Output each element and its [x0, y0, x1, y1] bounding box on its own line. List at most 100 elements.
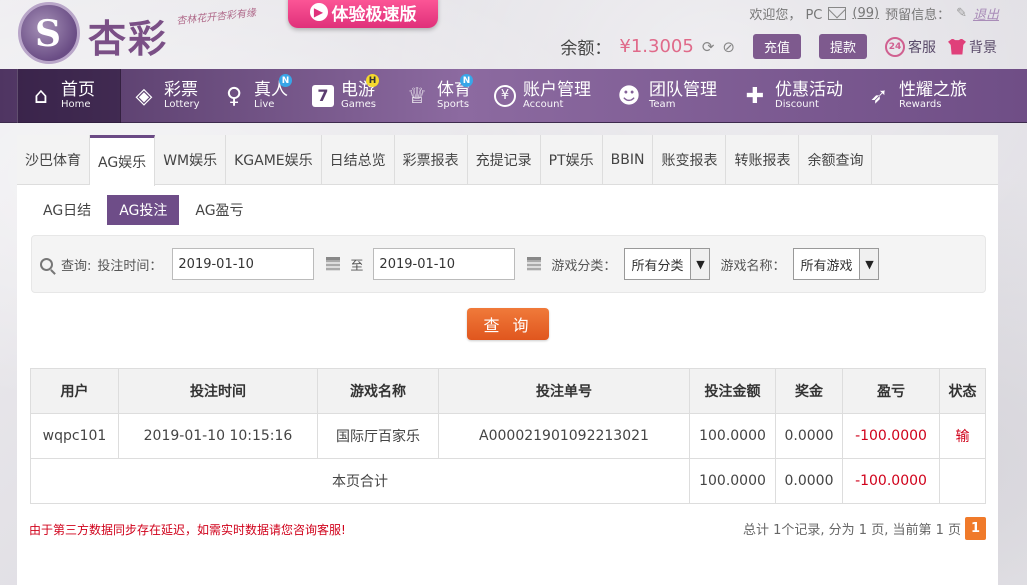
- nav-label: 优惠活动: [775, 79, 843, 100]
- nav-item-live[interactable]: ♀ 真人 Live N: [211, 69, 302, 123]
- user-bar: 欢迎您， PC (99) 预留信息： ✎ 退出: [749, 4, 999, 23]
- total-status: [939, 458, 986, 504]
- pagination-summary: 总计 1个记录, 分为 1 页, 当前第 1 页: [742, 523, 961, 538]
- subtab-ag-bets[interactable]: AG投注: [107, 195, 180, 225]
- cell-user: wqpc101: [30, 413, 119, 459]
- cell-bet-id: A000021901092213021: [438, 413, 690, 459]
- nav-sublabel: Team: [649, 98, 676, 110]
- edit-icon[interactable]: ✎: [956, 6, 967, 21]
- category-label: 游戏分类：: [551, 258, 617, 274]
- woman-icon: ♀: [225, 83, 243, 109]
- subtab-ag-daily[interactable]: AG日结: [31, 195, 103, 225]
- background-button[interactable]: 背景: [948, 37, 997, 57]
- col-bet-id: 投注单号: [438, 368, 690, 414]
- logout-link[interactable]: 退出: [973, 4, 999, 23]
- tab-daily-overview[interactable]: 日结总览: [322, 135, 395, 185]
- background-label: 背景: [969, 39, 997, 56]
- game-name-label: 游戏名称：: [720, 258, 786, 274]
- nav-item-games[interactable]: 7 电游 Games H: [302, 69, 394, 123]
- home-icon: ⌂: [34, 83, 48, 109]
- filter-bar: 查询: 投注时间： 至 游戏分类： 所有分类 ▼ 游戏名称： 所有游戏 ▼: [31, 235, 986, 293]
- sub-tabs: AG日结 AG投注 AG盈亏: [31, 195, 998, 225]
- tab-transfer-report[interactable]: 转账报表: [726, 135, 800, 185]
- nav-sublabel: Games: [341, 98, 376, 110]
- tab-ag[interactable]: AG娱乐: [90, 135, 156, 186]
- nav-sublabel: Live: [254, 98, 275, 110]
- tab-bbin[interactable]: BBIN: [603, 135, 654, 185]
- trophy-icon: ♕: [407, 83, 427, 109]
- deposit-button[interactable]: 充值: [752, 34, 801, 59]
- nav-sublabel: Rewards: [899, 98, 942, 110]
- speed-version-button[interactable]: ▶ 体验极速版: [288, 0, 438, 28]
- messages-link[interactable]: (99): [852, 6, 879, 21]
- date-from-input[interactable]: [172, 248, 315, 280]
- nav-label: 彩票: [164, 79, 198, 100]
- tab-wm[interactable]: WM娱乐: [155, 135, 227, 185]
- nav-sublabel: Account: [523, 98, 564, 110]
- nav-item-home[interactable]: ⌂ 首页 Home: [17, 69, 121, 123]
- col-profit: 盈亏: [842, 368, 940, 414]
- balance-bar: 余额： ¥1.3005 ⟳ ⊘ 充值 提款 24 客服 背景: [560, 34, 997, 59]
- nav-sublabel: Home: [61, 98, 91, 110]
- bet-records-table: 用户 投注时间 游戏名称 投注单号 投注金额 奖金 盈亏 状态 wqpc101 …: [30, 368, 986, 504]
- welcome-text: 欢迎您， PC: [749, 8, 823, 23]
- cell-profit: -100.0000: [842, 413, 940, 459]
- balance-value: ¥1.3005: [619, 36, 694, 57]
- nav-item-account[interactable]: ¥ 账户管理 Account: [484, 69, 606, 123]
- calendar-icon[interactable]: [527, 257, 542, 271]
- mail-icon[interactable]: [828, 7, 847, 20]
- calendar-icon[interactable]: [326, 257, 341, 271]
- query-button[interactable]: 查 询: [467, 308, 549, 340]
- service-24-icon: 24: [885, 36, 905, 57]
- tab-lottery-report[interactable]: 彩票报表: [395, 135, 468, 185]
- nav-item-discount[interactable]: ✚ 优惠活动 Discount: [732, 69, 856, 123]
- col-status: 状态: [939, 368, 986, 414]
- nav-label: 首页: [61, 79, 95, 100]
- nav-item-rewards[interactable]: ➶ 性耀之旅 Rewards: [856, 69, 980, 123]
- chevron-down-icon: ▼: [690, 249, 710, 279]
- hide-eye-icon[interactable]: ⊘: [722, 38, 735, 56]
- category-select[interactable]: 所有分类 ▼: [624, 248, 711, 280]
- game-name-select[interactable]: 所有游戏 ▼: [793, 248, 880, 280]
- total-amount: 100.0000: [689, 458, 776, 504]
- main-nav: ⌂ 首页 Home ◈ 彩票 Lottery ♀ 真人 Live N 7 电游 Game…: [0, 69, 1027, 123]
- logo-slogan: 杏林花开杏彩有缘: [175, 7, 257, 28]
- search-icon: [40, 257, 53, 271]
- date-to-input[interactable]: [373, 248, 516, 280]
- bet-time-label: 投注时间：: [97, 258, 163, 274]
- tab-balance-change[interactable]: 账变报表: [653, 135, 727, 185]
- table-total-row: 本页合计 100.0000 0.0000 -100.0000: [30, 458, 986, 504]
- nav-item-lottery[interactable]: ◈ 彩票 Lottery: [121, 69, 211, 123]
- speed-version-label: 体验极速版: [331, 4, 417, 25]
- col-user: 用户: [30, 368, 119, 414]
- balance-label: 余额：: [560, 39, 612, 59]
- tab-saba-sports[interactable]: 沙巴体育: [17, 135, 90, 185]
- nav-item-team[interactable]: ☻ 团队管理 Team: [606, 69, 732, 123]
- logo[interactable]: S 杏彩 杏林花开杏彩有缘: [18, 2, 268, 66]
- table-header-row: 用户 投注时间 游戏名称 投注单号 投注金额 奖金 盈亏 状态: [30, 368, 986, 414]
- pagination: 总计 1个记录, 分为 1 页, 当前第 1 页 1: [743, 517, 986, 540]
- customer-service-label: 客服: [908, 39, 936, 56]
- customer-service-button[interactable]: 24 客服: [885, 36, 936, 57]
- logo-text: 杏彩: [88, 16, 169, 61]
- refresh-icon[interactable]: ⟳: [702, 38, 715, 56]
- new-badge: N: [460, 74, 473, 87]
- tab-pt[interactable]: PT娱乐: [541, 135, 603, 185]
- header: S 杏彩 杏林花开杏彩有缘 ▶ 体验极速版 欢迎您， PC (99) 预留信息：…: [0, 0, 1027, 69]
- tab-deposit-withdraw[interactable]: 充提记录: [468, 135, 541, 185]
- category-value: 所有分类: [631, 258, 684, 274]
- page-button[interactable]: 1: [965, 517, 986, 540]
- subtab-ag-profit[interactable]: AG盈亏: [183, 195, 255, 225]
- query-label: 查询:: [61, 258, 92, 274]
- tab-kgame[interactable]: KGAME娱乐: [226, 135, 322, 185]
- total-bonus: 0.0000: [775, 458, 843, 504]
- to-label: 至: [350, 258, 364, 274]
- col-bonus: 奖金: [775, 368, 843, 414]
- tab-balance-query[interactable]: 余额查询: [799, 135, 873, 185]
- logo-emblem-icon: S: [18, 2, 80, 64]
- nav-item-sports[interactable]: ♕ 体育 Sports N: [394, 69, 484, 123]
- cell-game-name: 国际厅百家乐: [317, 413, 439, 459]
- rocket-icon: ➶: [869, 83, 889, 109]
- total-profit: -100.0000: [842, 458, 940, 504]
- withdraw-button[interactable]: 提款: [818, 34, 867, 59]
